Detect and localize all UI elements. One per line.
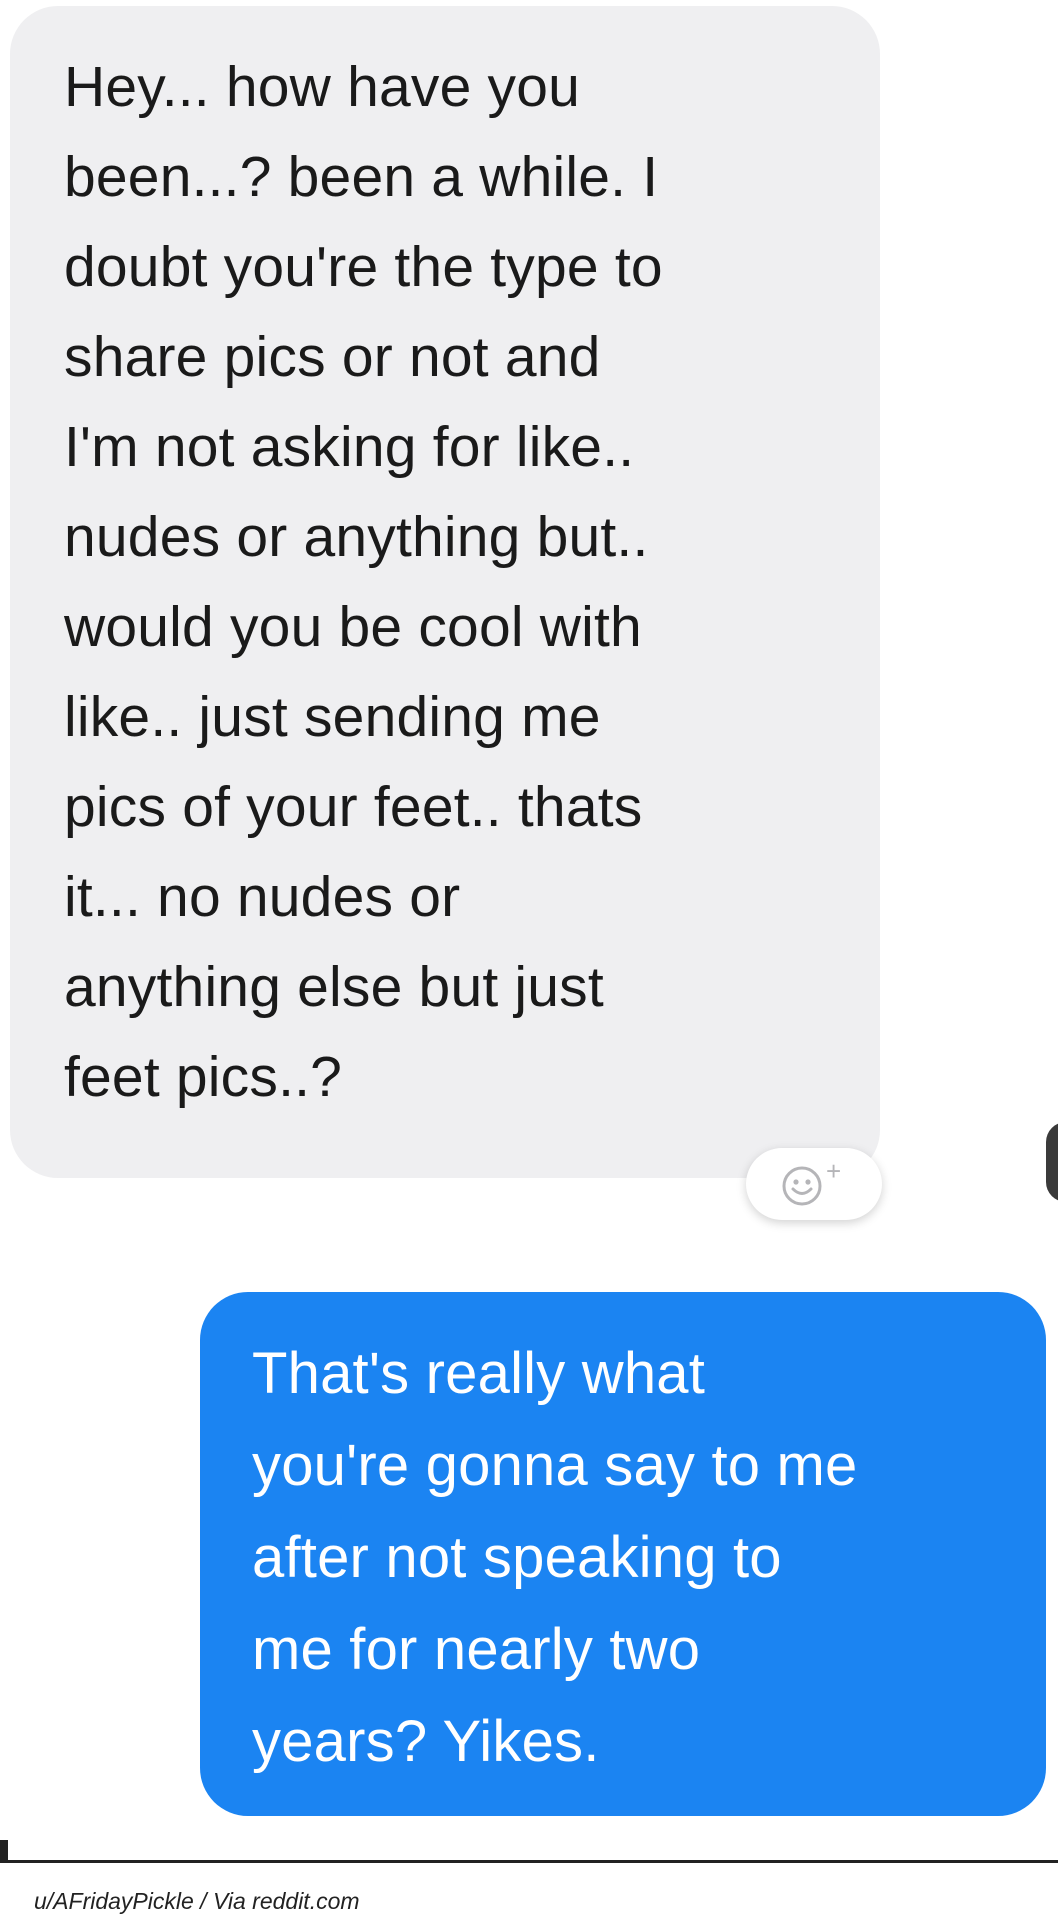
incoming-message-bubble[interactable]: Hey... how have you been...? been a whil…	[10, 6, 880, 1178]
outgoing-message-bubble[interactable]: That's really what you're gonna say to m…	[200, 1292, 1046, 1816]
reaction-plus: +	[826, 1158, 841, 1186]
message-thread: Hey... how have you been...? been a whil…	[0, 0, 1058, 1923]
edge-element	[1046, 1122, 1058, 1202]
source-credit: u/AFridayPickle / Via reddit.com	[34, 1888, 360, 1914]
add-reaction-button[interactable]: +	[746, 1148, 882, 1220]
add-reaction-icon: +	[782, 1158, 841, 1206]
